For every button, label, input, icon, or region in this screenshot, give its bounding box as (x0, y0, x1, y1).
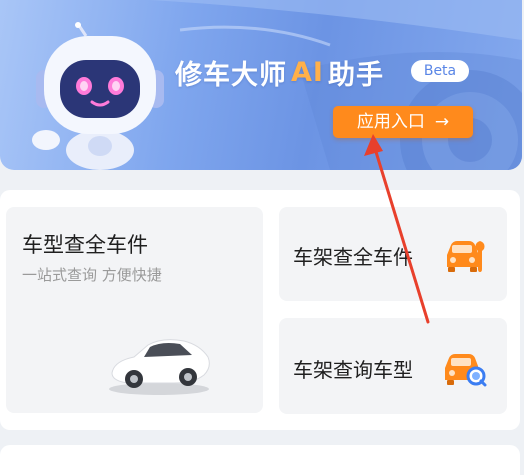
app-entry-label: 应用入口 (356, 112, 425, 132)
model-lookup-title: 车型查全车件 (22, 233, 148, 257)
frame-model-label: 车架查询车型 (293, 358, 413, 382)
arrow-right-icon: → (434, 112, 450, 132)
banner-title-ai: AI (291, 56, 324, 88)
white-car-icon (109, 339, 210, 395)
beta-badge: Beta (411, 60, 469, 82)
frame-parts-card[interactable]: 车架查全车件 (279, 207, 507, 301)
banner-title-suffix: 助手 (327, 59, 384, 91)
car-search-icon (445, 354, 487, 387)
frame-model-card[interactable]: 车架查询车型 (279, 318, 507, 414)
app-entry-button[interactable]: 应用入口 → (333, 106, 473, 138)
car-wrench-icon (447, 241, 485, 272)
model-lookup-subtitle: 一站式查询 方便快捷 (22, 266, 162, 284)
ai-assistant-banner[interactable]: 修车大师 AI 助手 Beta 应用入口 → (0, 0, 522, 170)
frame-parts-label: 车架查全车件 (293, 245, 413, 269)
banner-title-prefix: 修车大师 (175, 59, 287, 91)
model-lookup-card[interactable]: 车型查全车件 一站式查询 方便快捷 (6, 207, 263, 413)
robot-mascot-icon (32, 22, 164, 170)
banner-title: 修车大师 AI 助手 (175, 54, 384, 91)
